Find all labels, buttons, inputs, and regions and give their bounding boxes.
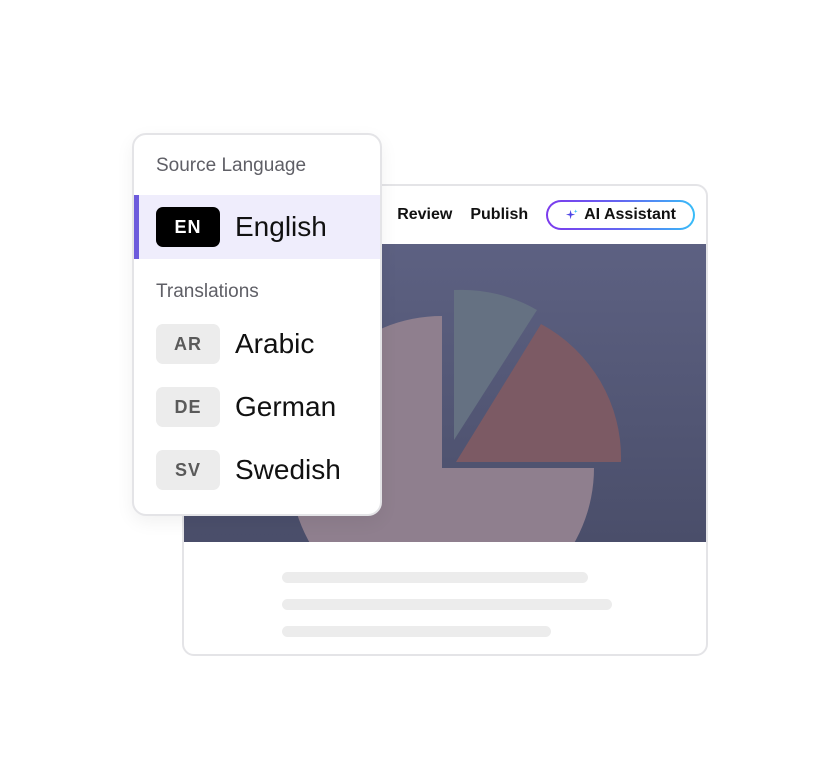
placeholder-line <box>282 599 612 610</box>
translations-heading: Translations <box>156 281 259 302</box>
placeholder-text-lines <box>282 572 612 653</box>
language-name: English <box>235 211 327 242</box>
translation-item-swedish[interactable]: SV Swedish <box>156 450 341 490</box>
placeholder-line <box>282 626 551 637</box>
translation-item-german[interactable]: DE German <box>156 387 336 427</box>
language-code-badge: AR <box>156 324 220 364</box>
placeholder-line <box>282 572 588 583</box>
language-name: Arabic <box>235 328 315 359</box>
source-language-english[interactable]: EN English <box>134 195 380 259</box>
sparkle-icon <box>566 208 578 219</box>
language-name: German <box>235 391 337 422</box>
translation-item-arabic[interactable]: AR Arabic <box>156 324 314 364</box>
ai-assistant-button[interactable]: AI Assistant <box>546 200 695 230</box>
publish-button[interactable]: Publish <box>470 206 528 224</box>
language-panel: Source Language EN English Translations … <box>132 133 382 516</box>
ai-assistant-label: AI Assistant <box>584 206 676 223</box>
review-button[interactable]: Review <box>397 206 452 224</box>
language-code-badge: DE <box>156 387 220 427</box>
source-language-heading: Source Language <box>156 155 307 176</box>
language-code-badge: EN <box>156 207 220 247</box>
language-code-badge: SV <box>156 450 220 490</box>
language-name: Swedish <box>235 454 341 485</box>
